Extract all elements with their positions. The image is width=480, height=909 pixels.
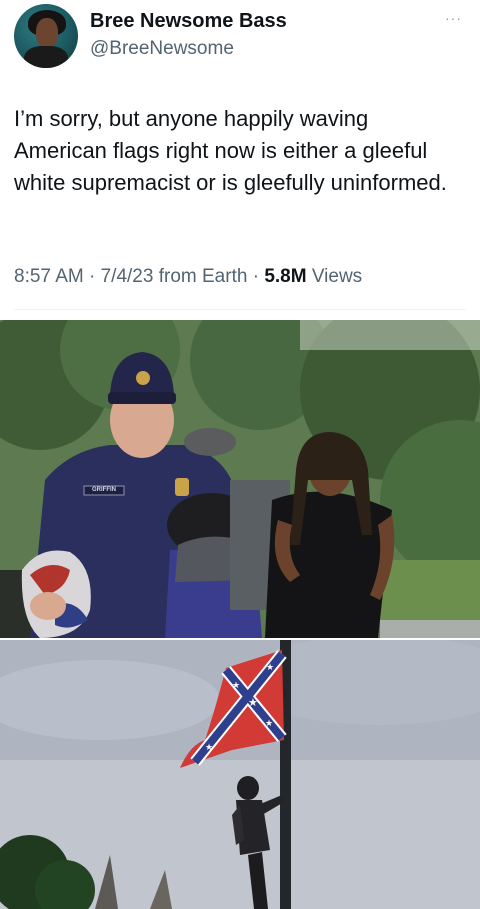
views-label[interactable]: Views — [312, 266, 362, 287]
tweet-date[interactable]: 7/4/23 — [101, 266, 154, 287]
svg-text:★: ★ — [205, 743, 213, 753]
photo-officer-and-activist[interactable]: GRIFFIN — [0, 320, 480, 638]
photo-1-illustration — [0, 320, 480, 638]
meta-separator: · — [89, 266, 101, 287]
svg-text:★: ★ — [266, 663, 274, 673]
photo-flagpole-climb[interactable]: ★ ★ ★ ★ ★ — [0, 640, 480, 909]
tweet-time[interactable]: 8:57 AM — [14, 266, 84, 287]
avatar-body — [24, 46, 68, 68]
views-count: 5.8M — [264, 266, 307, 287]
svg-text:★: ★ — [265, 719, 273, 729]
source-label: from Earth — [158, 266, 248, 287]
svg-text:★: ★ — [248, 696, 258, 709]
divider — [14, 309, 466, 310]
profile-avatar[interactable] — [14, 4, 78, 68]
officer-name-tag: GRIFFIN — [92, 487, 116, 493]
tweet-header: Bree Newsome Bass @BreeNewsome ··· — [0, 0, 480, 80]
more-options-icon[interactable]: ··· — [445, 10, 462, 26]
photo-2-illustration: ★ ★ ★ ★ ★ — [0, 640, 480, 909]
avatar-face — [36, 18, 58, 48]
author-name[interactable]: Bree Newsome Bass — [90, 10, 287, 33]
meta-separator: · — [252, 266, 265, 287]
tweet-source: from Earth — [159, 266, 248, 287]
tweet-text: I’m sorry, but anyone happily waving Ame… — [14, 106, 447, 195]
svg-text:★: ★ — [232, 681, 240, 691]
author-handle[interactable]: @BreeNewsome — [90, 38, 234, 60]
tweet-meta: 8:57 AM · 7/4/23 from Earth · 5.8M Views — [14, 266, 362, 288]
